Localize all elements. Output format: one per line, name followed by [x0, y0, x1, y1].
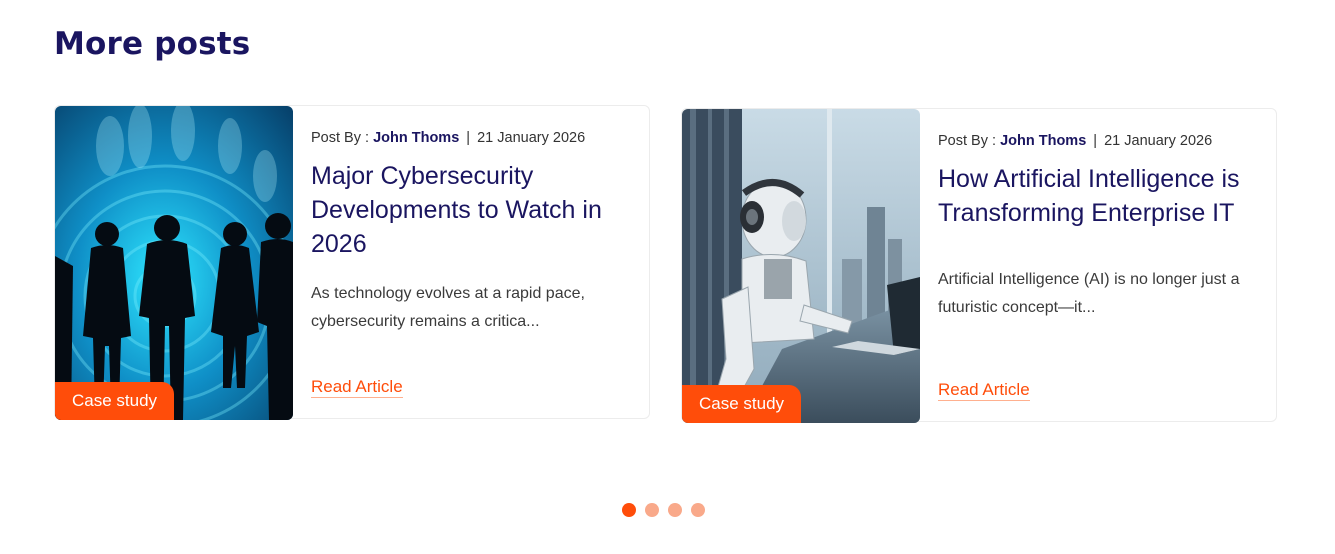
post-excerpt: Artificial Intelligence (AI) is no longe…: [938, 271, 1240, 316]
pagination-dot-3[interactable]: [668, 503, 682, 517]
post-excerpt: As technology evolves at a rapid pace, c…: [311, 285, 585, 330]
pagination-dot-4[interactable]: [691, 503, 705, 517]
post-date: 21 January 2026: [1104, 133, 1213, 149]
post-date: 21 January 2026: [477, 130, 586, 146]
post-by-label: Post By :: [938, 133, 997, 149]
meta-separator: |: [466, 130, 471, 146]
read-article-link[interactable]: Read Article: [311, 377, 403, 398]
post-meta: Post By : John Thoms | 21 January 2026: [938, 133, 1212, 149]
post-meta: Post By : John Thoms | 21 January 2026: [311, 130, 585, 146]
robot-laptop-image: [682, 109, 920, 423]
silhouettes-cyber-image: [55, 106, 293, 420]
section-title: More posts: [54, 26, 251, 62]
case-study-badge: Case study: [55, 382, 175, 420]
post-card[interactable]: Case study Post By : John Thoms | 21 Jan…: [681, 108, 1277, 423]
meta-separator: |: [1093, 133, 1098, 149]
author-link[interactable]: John Thoms: [1000, 133, 1086, 149]
post-by-label: Post By :: [311, 130, 370, 146]
post-title[interactable]: Major Cybersecurity Developments to Watc…: [311, 159, 636, 261]
pagination-dot-1[interactable]: [622, 503, 636, 517]
author-link[interactable]: John Thoms: [373, 130, 459, 146]
post-thumbnail[interactable]: Case study: [55, 106, 293, 420]
pagination-dot-2[interactable]: [645, 503, 659, 517]
post-card[interactable]: Case study Post By : John Thoms | 21 Jan…: [54, 105, 650, 420]
read-article-link[interactable]: Read Article: [938, 380, 1030, 401]
case-study-badge: Case study: [682, 385, 802, 423]
post-thumbnail[interactable]: Case study: [682, 109, 920, 423]
post-title[interactable]: How Artificial Intelligence is Transform…: [938, 162, 1263, 230]
carousel-pagination: [622, 503, 705, 517]
